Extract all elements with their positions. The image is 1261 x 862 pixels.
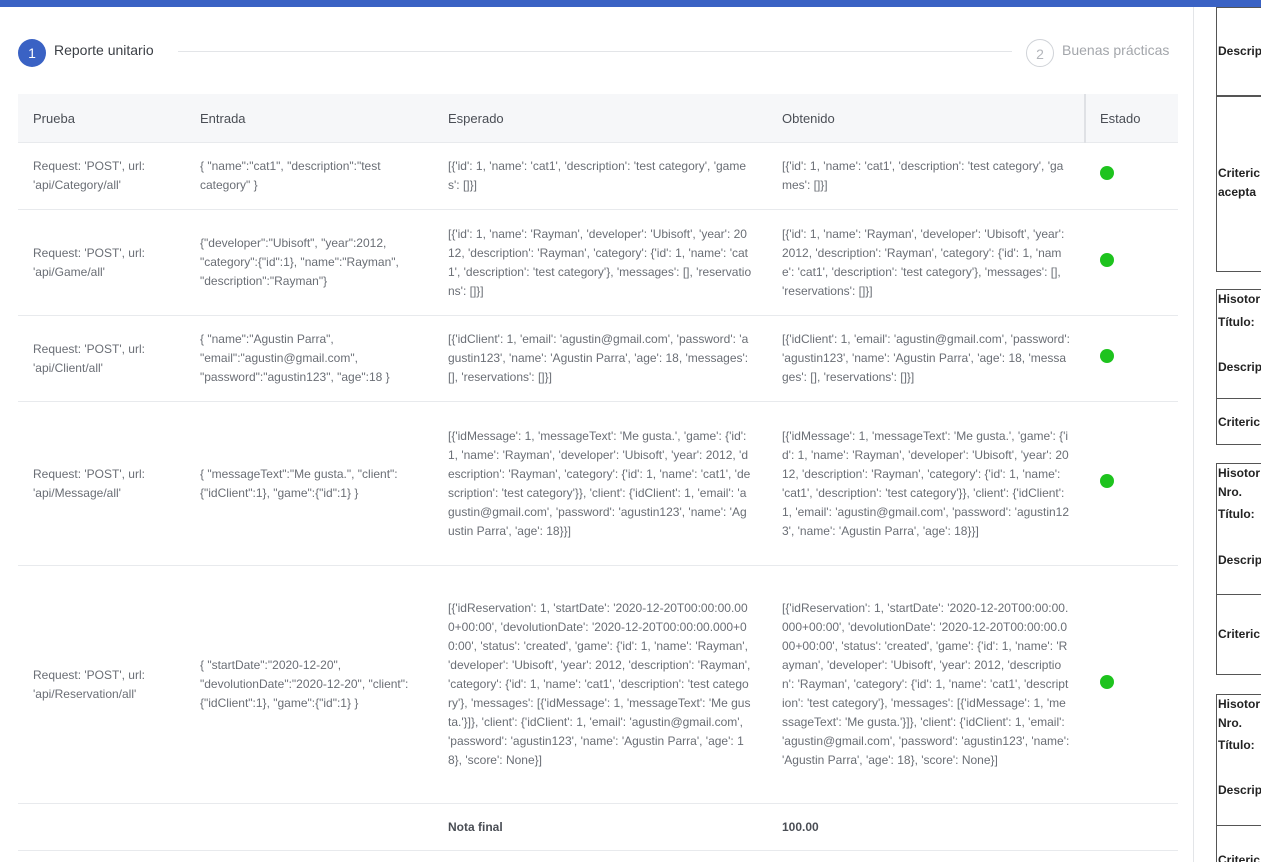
top-accent-bar bbox=[0, 0, 1261, 7]
cell-estado bbox=[1085, 209, 1178, 316]
empty-cell bbox=[1085, 803, 1178, 851]
table-row: Request: 'POST', url: 'api/Category/all'… bbox=[18, 142, 1178, 210]
sidebar-label: Nro. bbox=[1218, 716, 1242, 730]
cell-entrada: { "startDate":"2020-12-20", "devolutionD… bbox=[185, 565, 433, 804]
divider bbox=[1216, 398, 1261, 399]
divider bbox=[1216, 594, 1261, 595]
cell-obtenido: [{'id': 1, 'name': 'cat1', 'description'… bbox=[767, 142, 1085, 210]
cell-entrada: { "name":"Agustin Parra", "email":"agust… bbox=[185, 315, 433, 402]
cell-estado bbox=[1085, 315, 1178, 402]
step-1-label[interactable]: Reporte unitario bbox=[54, 42, 154, 58]
cell-esperado: [{'idMessage': 1, 'messageText': 'Me gus… bbox=[433, 401, 767, 566]
cell-obtenido: [{'idReservation': 1, 'startDate': '2020… bbox=[767, 565, 1085, 804]
cell-prueba: Request: 'POST', url: 'api/Category/all' bbox=[18, 142, 185, 210]
table-row: Request: 'POST', url: 'api/Game/all' {"de… bbox=[18, 209, 1178, 316]
cell-prueba: Request: 'POST', url: 'api/Reservation/a… bbox=[18, 565, 185, 804]
cell-obtenido: [{'id': 1, 'name': 'Rayman', 'developer'… bbox=[767, 209, 1085, 316]
sidebar-label: Hisotor bbox=[1218, 292, 1260, 306]
status-ok-icon bbox=[1100, 252, 1114, 267]
cell-estado bbox=[1085, 565, 1178, 804]
header-prueba: Prueba bbox=[18, 94, 185, 143]
user-story-sidebar: Descrip Criteric acepta Hisotor Título: … bbox=[1193, 7, 1261, 862]
cell-entrada: { "name":"cat1", "description":"test cat… bbox=[185, 142, 433, 210]
sidebar-label: Descrip bbox=[1218, 783, 1261, 797]
sidebar-label: Criteric bbox=[1218, 415, 1261, 429]
sidebar-label: Descrip bbox=[1218, 360, 1261, 374]
cell-estado bbox=[1085, 401, 1178, 566]
cell-prueba: Request: 'POST', url: 'api/Game/all' bbox=[18, 209, 185, 316]
status-ok-icon bbox=[1100, 674, 1114, 689]
sidebar-label: Descrip bbox=[1218, 44, 1261, 58]
final-grade-label: Nota final bbox=[433, 803, 767, 851]
header-esperado: Esperado bbox=[433, 94, 767, 143]
stepper: 1 Reporte unitario 2 Buenas prácticas bbox=[18, 37, 1178, 77]
cell-esperado: [{'id': 1, 'name': 'Rayman', 'developer'… bbox=[433, 209, 767, 316]
cell-entrada: { "messageText":"Me gusta.", "client":{"… bbox=[185, 401, 433, 566]
empty-cell bbox=[185, 803, 433, 851]
step-1-number[interactable]: 1 bbox=[18, 39, 46, 67]
step-connector bbox=[178, 51, 1012, 52]
sidebar-label: Título: bbox=[1218, 738, 1255, 752]
sidebar-label: Título: bbox=[1218, 315, 1255, 329]
sidebar-label: Descrip bbox=[1218, 553, 1261, 567]
cell-prueba: Request: 'POST', url: 'api/Message/all' bbox=[18, 401, 185, 566]
status-ok-icon bbox=[1100, 166, 1114, 180]
cell-esperado: [{'idClient': 1, 'email': 'agustin@gmail… bbox=[433, 315, 767, 402]
cell-estado bbox=[1085, 142, 1178, 210]
header-estado: Estado bbox=[1084, 94, 1178, 143]
sidebar-label: Nro. bbox=[1218, 485, 1242, 499]
divider bbox=[1216, 825, 1261, 826]
status-ok-icon bbox=[1100, 348, 1114, 363]
table-row: Request: 'POST', url: 'api/Reservation/a… bbox=[18, 565, 1178, 804]
cell-entrada: {"developer":"Ubisoft", "year":2012, "ca… bbox=[185, 209, 433, 316]
final-grade-row: Nota final 100.00 bbox=[18, 803, 1178, 851]
step-2-number[interactable]: 2 bbox=[1026, 39, 1054, 67]
table-header-row: Prueba Entrada Esperado Obtenido Estado bbox=[18, 94, 1178, 143]
sidebar-label: Título: bbox=[1218, 507, 1255, 521]
empty-cell bbox=[18, 803, 185, 851]
cell-esperado: [{'idReservation': 1, 'startDate': '2020… bbox=[433, 565, 767, 804]
unit-report-table: Prueba Entrada Esperado Obtenido Estado … bbox=[18, 94, 1178, 851]
cell-esperado: [{'id': 1, 'name': 'cat1', 'description'… bbox=[433, 142, 767, 210]
sidebar-label: Criteric bbox=[1218, 627, 1261, 641]
step-2-label[interactable]: Buenas prácticas bbox=[1062, 42, 1169, 58]
table-row: Request: 'POST', url: 'api/Message/all'{… bbox=[18, 401, 1178, 566]
cell-obtenido: [{'idMessage': 1, 'messageText': 'Me gus… bbox=[767, 401, 1085, 566]
sidebar-label: Criteric bbox=[1218, 853, 1261, 862]
table-row: Request: 'POST', url: 'api/Client/all'{ … bbox=[18, 315, 1178, 402]
sidebar-label: Hisotor bbox=[1218, 466, 1260, 480]
cell-prueba: Request: 'POST', url: 'api/Client/all' bbox=[18, 315, 185, 402]
header-entrada: Entrada bbox=[185, 94, 433, 143]
sidebar-label: acepta bbox=[1218, 185, 1257, 199]
header-obtenido: Obtenido bbox=[767, 94, 1085, 143]
status-ok-icon bbox=[1100, 473, 1114, 488]
sidebar-label: Criteric bbox=[1218, 166, 1261, 180]
story-box bbox=[1216, 95, 1261, 272]
sidebar-label: Hisotor bbox=[1218, 697, 1260, 711]
cell-obtenido: [{'idClient': 1, 'email': 'agustin@gmail… bbox=[767, 315, 1085, 402]
final-grade-value: 100.00 bbox=[767, 803, 1085, 851]
